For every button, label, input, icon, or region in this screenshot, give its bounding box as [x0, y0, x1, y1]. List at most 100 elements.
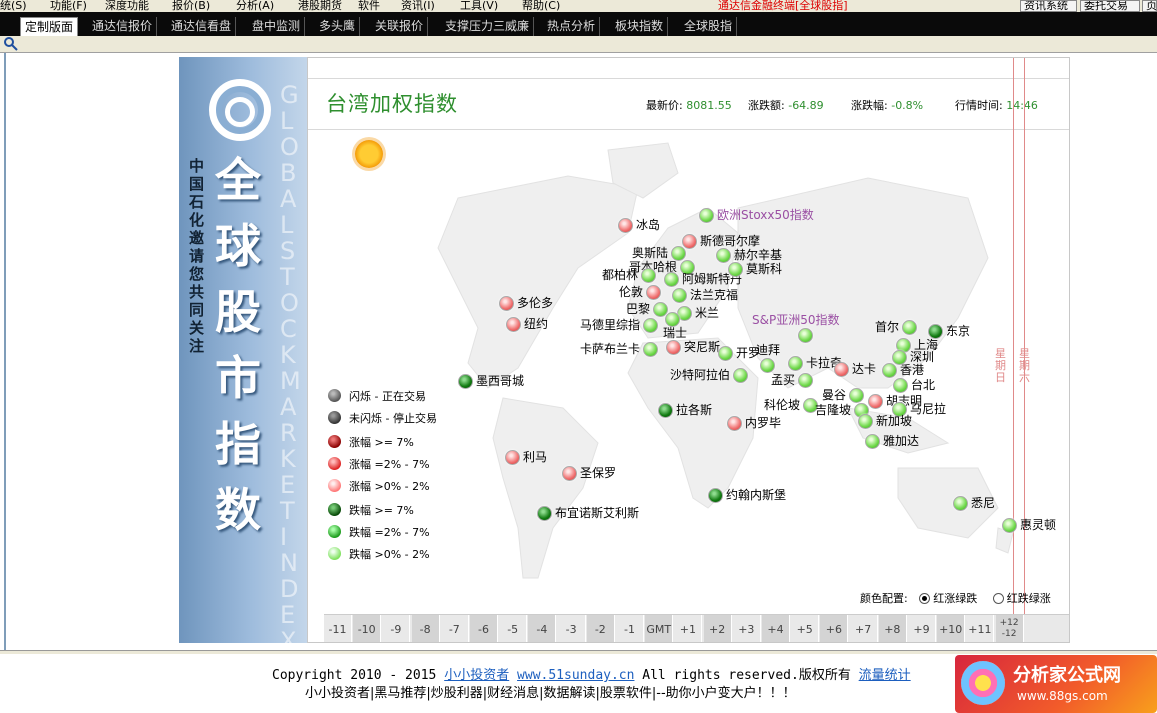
- status-dot-icon[interactable]: [664, 272, 679, 287]
- status-dot-icon[interactable]: [499, 296, 514, 311]
- status-dot-icon[interactable]: [902, 320, 917, 335]
- tab-4[interactable]: 多头鹰: [315, 17, 361, 36]
- timezone-cell[interactable]: +6: [820, 615, 849, 642]
- status-dot-icon[interactable]: [798, 328, 813, 343]
- status-dot-icon[interactable]: [834, 362, 849, 377]
- timezone-cell[interactable]: +3: [733, 615, 761, 642]
- city-label: 达卡: [852, 362, 877, 376]
- status-dot-icon[interactable]: [505, 450, 520, 465]
- latest-price: 最新价: 8081.55: [646, 99, 732, 112]
- radio-red-down-label[interactable]: 红跌绿涨: [1007, 592, 1051, 605]
- timezone-cell[interactable]: +12 -12: [995, 615, 1024, 642]
- status-dot-icon[interactable]: [1002, 518, 1017, 533]
- footer-link-site[interactable]: www.51sunday.cn: [517, 668, 634, 683]
- timezone-cell[interactable]: -8: [411, 615, 440, 642]
- status-dot-icon[interactable]: [893, 378, 908, 393]
- status-dot-icon[interactable]: [733, 368, 748, 383]
- status-dot-icon[interactable]: [646, 285, 661, 300]
- status-dot-icon[interactable]: [868, 394, 883, 409]
- status-dot-icon[interactable]: [666, 340, 681, 355]
- status-dot-icon[interactable]: [865, 434, 880, 449]
- timezone-cell[interactable]: +4: [762, 615, 790, 642]
- tab-6[interactable]: 支撑压力三威廉: [441, 17, 535, 36]
- menu-item-3[interactable]: 报价(B): [172, 0, 210, 12]
- status-dot-icon[interactable]: [727, 416, 742, 431]
- tab-1[interactable]: 通达信报价: [88, 17, 158, 36]
- status-dot-icon[interactable]: [858, 414, 873, 429]
- status-dot-icon[interactable]: [849, 388, 864, 403]
- tab-0[interactable]: 定制版面: [20, 17, 79, 36]
- timezone-cell[interactable]: +5: [791, 615, 820, 642]
- status-dot-icon[interactable]: [760, 358, 775, 373]
- status-dot-icon[interactable]: [641, 268, 656, 283]
- status-dot-icon[interactable]: [682, 234, 697, 249]
- search-icon[interactable]: [3, 36, 19, 52]
- timezone-cell[interactable]: GMT: [645, 615, 674, 642]
- footer-link-investor[interactable]: 小小投资者: [444, 668, 509, 683]
- top-button-2[interactable]: 页: [1142, 0, 1157, 12]
- legend-text: 涨幅 =2% - 7%: [349, 458, 430, 471]
- tab-9[interactable]: 全球股指: [680, 17, 738, 36]
- timezone-cell[interactable]: -10: [353, 615, 382, 642]
- menu-item-4[interactable]: 分析(A): [236, 0, 274, 12]
- status-dot-icon[interactable]: [708, 488, 723, 503]
- status-dot-icon[interactable]: [716, 248, 731, 263]
- status-dot-icon[interactable]: [506, 317, 521, 332]
- status-dot-icon[interactable]: [699, 208, 714, 223]
- status-dot-icon[interactable]: [953, 496, 968, 511]
- timezone-cell[interactable]: -7: [441, 615, 469, 642]
- tab-2[interactable]: 通达信看盘: [167, 17, 237, 36]
- menu-item-0[interactable]: 统(S): [0, 0, 27, 12]
- timezone-cell[interactable]: +7: [850, 615, 878, 642]
- status-dot-icon[interactable]: [658, 403, 673, 418]
- timezone-cell[interactable]: -2: [586, 615, 615, 642]
- status-dot-icon[interactable]: [562, 466, 577, 481]
- status-dot-icon[interactable]: [665, 312, 680, 327]
- timezone-cell[interactable]: -5: [499, 615, 528, 642]
- timezone-cell[interactable]: +2: [703, 615, 732, 642]
- status-dot-icon[interactable]: [798, 373, 813, 388]
- timezone-cell[interactable]: -9: [382, 615, 411, 642]
- menu-item-5[interactable]: 港股期货: [298, 0, 342, 12]
- tab-5[interactable]: 关联报价: [371, 17, 429, 36]
- status-dot-icon[interactable]: [728, 262, 743, 277]
- timezone-cell[interactable]: -3: [558, 615, 586, 642]
- timezone-cell[interactable]: -11: [324, 615, 352, 642]
- status-dot-icon[interactable]: [718, 346, 733, 361]
- menu-item-2[interactable]: 深度功能: [105, 0, 149, 12]
- timezone-cell[interactable]: -4: [528, 615, 557, 642]
- status-dot-icon[interactable]: [458, 374, 473, 389]
- radio-red-up[interactable]: [919, 593, 931, 604]
- radio-red-up-label[interactable]: 红涨绿跌: [933, 592, 977, 605]
- menu-item-7[interactable]: 资讯(I): [401, 0, 435, 12]
- status-dot-icon[interactable]: [643, 342, 658, 357]
- tab-8[interactable]: 板块指数: [611, 17, 669, 36]
- status-dot-icon[interactable]: [672, 288, 687, 303]
- menu-item-9[interactable]: 帮助(C): [522, 0, 560, 12]
- status-dot-icon[interactable]: [643, 318, 658, 333]
- status-dot-icon[interactable]: [788, 356, 803, 371]
- footer-link-stats[interactable]: 流量统计: [859, 668, 911, 683]
- timezone-cell[interactable]: -6: [470, 615, 498, 642]
- tab-3[interactable]: 盘中监测: [248, 17, 306, 36]
- menu-item-8[interactable]: 工具(V): [460, 0, 498, 12]
- status-dot-icon[interactable]: [537, 506, 552, 521]
- tab-bar: 定制版面 通达信报价 通达信看盘 盘中监测 多头鹰 关联报价 支撑压力三威廉 热点分析 板块指数…: [0, 12, 1157, 36]
- timezone-cell[interactable]: +10: [937, 615, 966, 642]
- radio-red-down[interactable]: [992, 593, 1004, 604]
- status-dot-icon[interactable]: [882, 363, 897, 378]
- tab-7[interactable]: 热点分析: [543, 17, 601, 36]
- top-button-1[interactable]: 委托交易: [1080, 0, 1140, 12]
- timezone-cell[interactable]: +11: [966, 615, 995, 642]
- menu-item-1[interactable]: 功能(F): [50, 0, 87, 12]
- legend-text: 跌幅 =2% - 7%: [349, 526, 430, 539]
- timezone-cell[interactable]: +8: [878, 615, 907, 642]
- timezone-cell[interactable]: +1: [674, 615, 703, 642]
- top-button-0[interactable]: 资讯系统: [1020, 0, 1077, 12]
- timezone-cell[interactable]: +9: [908, 615, 936, 642]
- timezone-cell[interactable]: -1: [616, 615, 644, 642]
- status-dot-icon[interactable]: [928, 324, 943, 339]
- status-dot-icon[interactable]: [618, 218, 633, 233]
- status-dot-icon[interactable]: [671, 246, 686, 261]
- menu-item-6[interactable]: 软件: [358, 0, 380, 12]
